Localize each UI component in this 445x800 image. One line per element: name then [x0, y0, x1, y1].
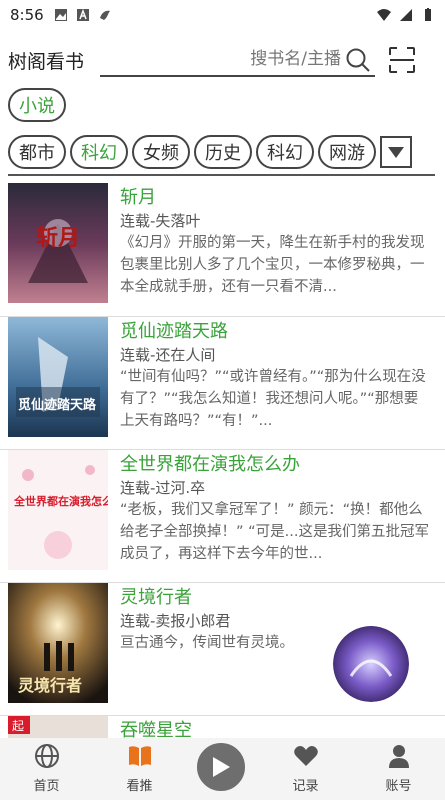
book-item[interactable]: 全世界都在演我怎么办 全世界都在演我怎么办 连载-过河.卒 “老板，我们又拿冠军… [0, 449, 445, 582]
app-title: 树阁看书 [8, 50, 85, 73]
book-title[interactable]: 斩月 [120, 186, 432, 210]
nav-account[interactable]: 账号 [359, 743, 439, 794]
book-item[interactable]: 觅仙迹踏天路 觅仙迹踏天路 连载-还在人间 “世间有仙吗？”“或许曾经有。”“那… [0, 316, 445, 449]
cover-art-text: 起 [12, 719, 24, 733]
tag-chip-female[interactable]: 女频 [132, 135, 190, 169]
book-title[interactable]: 灵境行者 [120, 586, 432, 610]
nav-history[interactable]: 记录 [266, 743, 346, 794]
book-cover[interactable]: 觅仙迹踏天路 [8, 317, 108, 437]
dropdown-arrow-icon [388, 147, 404, 158]
play-button[interactable] [194, 740, 248, 794]
book-cover[interactable]: 全世界都在演我怎么办 [8, 450, 108, 570]
divider [8, 174, 435, 176]
cover-art-text: 灵境行者 [18, 676, 82, 695]
nav-label: 记录 [292, 779, 319, 794]
category-row: 小说 [8, 88, 66, 122]
status-time: 8:56 [10, 6, 44, 24]
tag-chip-scifi-2[interactable]: 科幻 [256, 135, 314, 169]
search-input[interactable] [141, 49, 341, 69]
battery-icon [425, 8, 431, 21]
image-notification-icon [54, 9, 67, 21]
cover-art-text: 全世界都在演我怎么办 [13, 494, 108, 508]
more-tags-button[interactable] [380, 136, 412, 168]
cover-art-text: 斩月 [36, 225, 80, 251]
book-author: 连载-还在人间 [120, 346, 216, 364]
cover-art-text: 觅仙迹踏天路 [18, 397, 97, 413]
book-title[interactable]: 觅仙迹踏天路 [120, 320, 432, 344]
tag-chip-urban[interactable]: 都市 [8, 135, 66, 169]
book-description: 《幻月》开服的第一天，降生在新手村的我发现包裹里比别人多了几个宝贝，一本修罗秘典… [120, 235, 425, 295]
tag-chip-history[interactable]: 历史 [194, 135, 252, 169]
book-icon [128, 746, 151, 766]
play-icon [213, 757, 230, 777]
heart-icon [293, 746, 318, 766]
tag-chip-online-game[interactable]: 网游 [318, 135, 376, 169]
nav-home[interactable]: 首页 [7, 743, 87, 794]
book-cover[interactable]: 斩月 [8, 183, 108, 303]
nav-label: 看推 [126, 779, 153, 794]
book-author: 连载-过河.卒 [120, 479, 206, 497]
cell-signal-icon [400, 9, 412, 21]
person-icon [388, 745, 409, 768]
category-chip-novel[interactable]: 小说 [8, 88, 66, 122]
header: 树阁看书 [0, 40, 445, 80]
search-bar[interactable] [100, 43, 375, 77]
book-title[interactable]: 全世界都在演我怎么办 [120, 453, 432, 477]
search-icon[interactable] [345, 47, 371, 73]
nav-label: 账号 [385, 779, 412, 794]
globe-icon [34, 744, 59, 768]
app-notification-icon [76, 8, 89, 21]
nav-recommend[interactable]: 看推 [100, 743, 180, 794]
book-description: “老板，我们又拿冠军了！” 颜元：“换！都他么给老子全部换掉！” “可是...这… [120, 502, 429, 562]
nav-label: 首页 [33, 779, 60, 794]
status-bar: 8:56 [0, 0, 445, 30]
scan-icon[interactable] [389, 47, 415, 73]
book-item[interactable]: 斩月 斩月 连载-失落叶 《幻月》开服的第一天，降生在新手村的我发现包裹里比别人… [0, 183, 445, 316]
wifi-icon [377, 9, 391, 21]
book-cover[interactable]: 灵境行者 [8, 583, 108, 703]
book-description: “世间有仙吗？”“或许曾经有。”“那为什么现在没有了？”“我怎么知道！我还想问人… [120, 369, 426, 429]
bird-notification-icon [99, 10, 110, 20]
book-author: 连载-失落叶 [120, 212, 201, 230]
tag-chip-scifi[interactable]: 科幻 [70, 135, 128, 169]
tag-row: 都市 科幻 女频 历史 科幻 网游 [8, 135, 438, 169]
now-playing-avatar[interactable] [333, 626, 409, 702]
